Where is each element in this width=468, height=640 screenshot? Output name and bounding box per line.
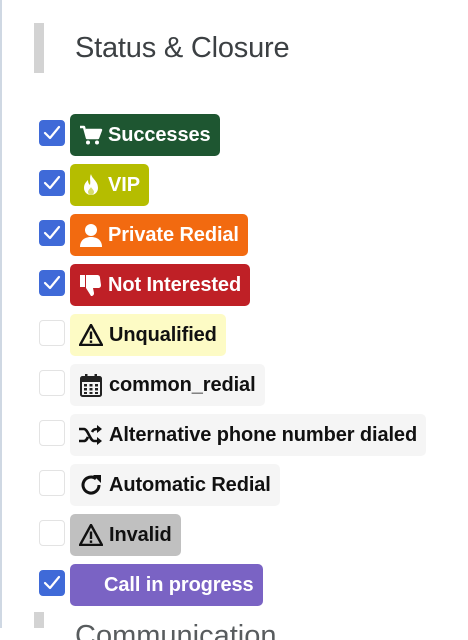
status-row: VIP (0, 160, 468, 208)
status-tag[interactable]: Private Redial (70, 214, 248, 256)
status-row: Automatic Redial (0, 460, 468, 508)
status-row: Alternative phone number dialed (0, 410, 468, 458)
status-label: Alternative phone number dialed (109, 423, 418, 446)
status-label: Not Interested (108, 273, 242, 296)
status-tag[interactable]: Unqualified (70, 314, 226, 356)
status-row: Call in progress (0, 560, 468, 608)
checkmark-icon (43, 175, 61, 190)
status-tag[interactable]: common_redial (70, 364, 265, 406)
status-checkbox[interactable] (39, 220, 65, 246)
checkmark-icon (43, 575, 61, 590)
warning-icon (78, 522, 104, 548)
status-tag[interactable]: Not Interested (70, 264, 251, 306)
status-label: Call in progress (104, 573, 254, 596)
next-section-title: Communication channels (75, 620, 277, 640)
status-checkbox[interactable] (39, 370, 65, 396)
status-row: Invalid (0, 510, 468, 558)
status-checkbox[interactable] (39, 320, 65, 346)
checkmark-icon (43, 125, 61, 140)
status-label: Private Redial (108, 223, 239, 246)
status-tag[interactable]: Invalid (70, 514, 181, 556)
warning-icon (78, 322, 104, 348)
status-label: Successes (108, 123, 211, 146)
status-row: Successes (0, 110, 468, 158)
shuffle-icon (78, 422, 104, 448)
status-checkbox[interactable] (39, 520, 65, 546)
thumbs-down-icon (78, 272, 104, 298)
section-title: Status & Closure (75, 32, 290, 64)
fire-icon (78, 172, 104, 198)
status-label: VIP (108, 173, 140, 196)
status-checkbox[interactable] (39, 420, 65, 446)
status-row: Not Interested (0, 260, 468, 308)
checkmark-icon (43, 275, 61, 290)
status-checkbox[interactable] (39, 470, 65, 496)
status-tag[interactable]: VIP (70, 164, 149, 206)
status-checkbox[interactable] (39, 120, 65, 146)
section-accent-bar (34, 23, 44, 73)
status-label: Invalid (109, 523, 172, 546)
checkmark-icon (43, 225, 61, 240)
status-tag[interactable]: Automatic Redial (70, 464, 280, 506)
status-row: Private Redial (0, 210, 468, 258)
status-row: Unqualified (0, 310, 468, 358)
status-checkbox[interactable] (39, 170, 65, 196)
next-section-accent-bar (34, 612, 44, 628)
cart-icon (78, 122, 104, 148)
calendar-icon (78, 372, 104, 398)
status-label: Unqualified (109, 323, 217, 346)
empty-icon-slot (78, 572, 100, 598)
status-row: common_redial (0, 360, 468, 408)
status-tag[interactable]: Alternative phone number dialed (70, 414, 427, 456)
status-checkbox[interactable] (39, 270, 65, 296)
status-label: Automatic Redial (109, 473, 271, 496)
user-icon (78, 222, 104, 248)
status-checkbox[interactable] (39, 570, 65, 596)
status-label: common_redial (109, 373, 256, 396)
status-tag[interactable]: Successes (70, 114, 220, 156)
refresh-icon (78, 472, 104, 498)
status-tag[interactable]: Call in progress (70, 564, 263, 606)
